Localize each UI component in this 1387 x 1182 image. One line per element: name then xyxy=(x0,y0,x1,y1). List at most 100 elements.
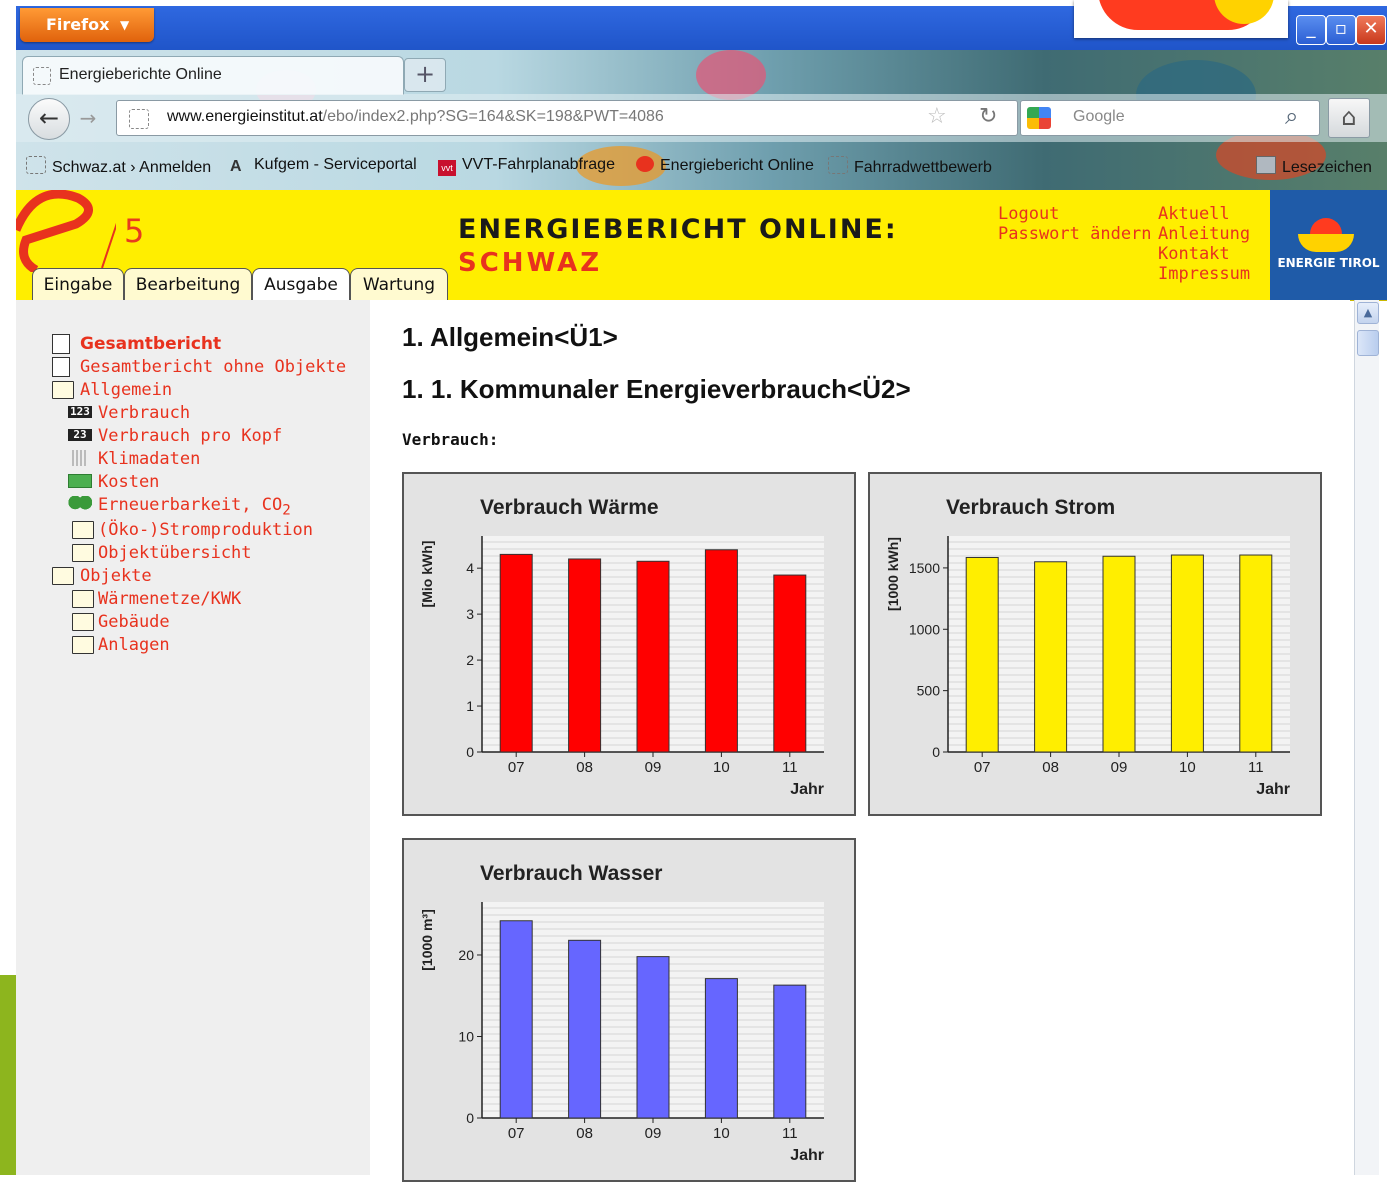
maximize-button[interactable]: ▫ xyxy=(1326,15,1356,45)
tab-energieberichte[interactable]: Energieberichte Online xyxy=(22,56,404,95)
page-icon xyxy=(26,156,46,174)
minimize-button[interactable]: _ xyxy=(1296,15,1326,45)
bookmarks-bar: Schwaz.at › Anmelden A Kufgem - Servicepo… xyxy=(16,142,1387,190)
sidebar-item-stromproduktion[interactable]: (Öko-)Stromproduktion xyxy=(98,520,313,540)
y-tick-label: 500 xyxy=(917,683,941,699)
bar xyxy=(965,556,999,753)
imprint-link[interactable]: Impressum xyxy=(1158,264,1250,284)
forward-button[interactable]: → xyxy=(74,106,102,132)
y-tick-label: 0 xyxy=(466,744,474,760)
tab-wartung[interactable]: Wartung xyxy=(350,268,448,301)
sidebar-item-objekte[interactable]: Objekte xyxy=(80,566,152,586)
bookmark-energiebericht[interactable]: Energiebericht Online xyxy=(636,156,814,175)
bar xyxy=(773,574,807,753)
y-tick-label: 1500 xyxy=(909,560,940,576)
y-tick-label: 10 xyxy=(458,1028,474,1044)
bar xyxy=(568,939,602,1119)
sidebar-item-kosten[interactable]: Kosten xyxy=(98,472,159,492)
new-tab-button[interactable]: + xyxy=(404,58,446,92)
sidebar-item-verbrauch-pro-kopf[interactable]: Verbrauch pro Kopf xyxy=(98,426,282,446)
bar xyxy=(636,956,670,1119)
subsection-heading: 1. 1. Kommunaler Energieverbrauch<Ü2> xyxy=(402,374,911,404)
bookmark-schwaz[interactable]: Schwaz.at › Anmelden xyxy=(26,156,211,177)
url-bar[interactable]: www.energieinstitut.at/ebo/index2.php?SG… xyxy=(116,100,1018,136)
news-link[interactable]: Aktuell xyxy=(1158,204,1230,224)
sidebar-item-verbrauch[interactable]: Verbrauch xyxy=(98,403,190,423)
x-tick-label: 11 xyxy=(782,1125,798,1142)
bar xyxy=(1239,554,1273,753)
folder-open-icon xyxy=(52,567,74,585)
bookmarks-menu[interactable]: Lesezeichen xyxy=(1256,156,1372,177)
sidebar-item-objektuebersicht[interactable]: Objektübersicht xyxy=(98,543,252,563)
change-password-link[interactable]: Passwort ändern xyxy=(998,224,1152,244)
page-icon xyxy=(33,67,51,85)
y-tick-label: 3 xyxy=(466,606,474,622)
x-tick-label: 10 xyxy=(713,1125,730,1142)
sidebar-item-allgemein[interactable]: Allgemein xyxy=(80,380,172,400)
close-button[interactable]: ✕ xyxy=(1356,15,1386,45)
section-heading: 1. Allgemein<Ü1> xyxy=(402,322,618,352)
site-identity-icon[interactable] xyxy=(129,109,149,129)
tab-title: Energieberichte Online xyxy=(59,66,222,83)
bookmark-label: Fahrradwettbewerb xyxy=(854,159,992,176)
chart-svg-strom: Verbrauch Strom 0 500 1000 1500 07 08 09 10 11 Jah… xyxy=(885,496,1290,798)
tab-eingabe[interactable]: Eingabe xyxy=(32,268,124,301)
firefox-menu-label: Firefox xyxy=(46,15,110,34)
bookmark-kufgem[interactable]: A Kufgem - Serviceportal xyxy=(230,156,417,175)
sidebar-item-anlagen[interactable]: Anlagen xyxy=(98,635,170,655)
tab-bearbeitung[interactable]: Bearbeitung xyxy=(124,268,252,301)
bookmark-vvt[interactable]: vvt VVT-Fahrplanabfrage xyxy=(438,156,615,176)
x-tick-label: 11 xyxy=(1248,759,1264,776)
chart-verbrauch-wasser: Verbrauch Wasser 0 10 20 07 08 09 10 11 Jahr [1000… xyxy=(402,838,856,1182)
search-icon[interactable]: ⌕ xyxy=(1285,102,1298,130)
chart-svg-wasser: Verbrauch Wasser 0 10 20 07 08 09 10 11 Jahr [1000… xyxy=(419,862,824,1164)
y-tick-label: 1000 xyxy=(909,621,940,637)
sidebar-item-gebaeude[interactable]: Gebäude xyxy=(98,612,170,632)
x-tick-label: 07 xyxy=(508,759,525,776)
folder-open-icon xyxy=(52,381,74,399)
manual-link[interactable]: Anleitung xyxy=(1158,224,1250,244)
x-tick-label: 10 xyxy=(1179,759,1196,776)
home-button[interactable]: ⌂ xyxy=(1328,98,1370,138)
folder-icon xyxy=(72,636,94,654)
x-axis-label: Jahr xyxy=(790,781,824,798)
y-tick-label: 1 xyxy=(466,698,474,714)
sidebar-item-erneuerbarkeit[interactable]: Erneuerbarkeit, CO2 xyxy=(98,495,291,518)
bookmark-fahrrad[interactable]: Fahrradwettbewerb xyxy=(828,156,992,177)
sidebar-item-gesamtbericht[interactable]: Gesamtbericht xyxy=(80,334,221,354)
logo-number: 5 xyxy=(124,212,145,250)
tab-ausgabe[interactable]: Ausgabe xyxy=(252,268,350,301)
x-tick-label: 08 xyxy=(576,759,593,776)
y-axis-label: [Mio kWh] xyxy=(419,541,435,608)
sidebar-item-klimadaten[interactable]: Klimadaten xyxy=(98,449,200,469)
firefox-menu-button[interactable]: Firefox ▼ xyxy=(20,8,154,42)
chart-title: Verbrauch Wärme xyxy=(480,496,659,519)
scrollbar-thumb[interactable] xyxy=(1357,330,1379,356)
scroll-up-icon[interactable]: ▲ xyxy=(1357,302,1379,324)
site-title: ENERGIEBERICHT ONLINE: xyxy=(458,214,898,245)
sidebar-item-waermenetze[interactable]: Wärmenetze/KWK xyxy=(98,589,241,609)
chevron-down-icon: ▼ xyxy=(120,18,130,32)
bar xyxy=(636,560,670,753)
google-icon[interactable] xyxy=(1027,107,1051,129)
back-button[interactable]: ← xyxy=(28,98,70,140)
energie-tirol-logo[interactable]: ENERGIE TIROL xyxy=(1270,190,1387,300)
bar xyxy=(773,984,807,1119)
folder-icon xyxy=(72,544,94,562)
logout-link[interactable]: Logout xyxy=(998,204,1059,224)
bookmark-label: Lesezeichen xyxy=(1282,159,1372,176)
y-tick-label: 2 xyxy=(466,652,474,668)
reload-icon[interactable]: ↻ xyxy=(979,104,997,129)
page-icon xyxy=(828,156,848,174)
bookmark-star-icon[interactable]: ☆ xyxy=(927,104,947,129)
title-bar: Firefox ▼ _ ▫ ✕ xyxy=(16,0,1387,52)
bar xyxy=(1102,555,1136,753)
partner-logo-text: ENERGIE TIROL xyxy=(1277,256,1380,270)
url-text: www.energieinstitut.at/ebo/index2.php?SG… xyxy=(167,108,664,126)
bar xyxy=(704,978,738,1119)
contact-link[interactable]: Kontakt xyxy=(1158,244,1230,264)
search-bar[interactable]: Google ⌕ xyxy=(1020,100,1320,136)
sidebar-item-gesamtbericht-ohne-objekte[interactable]: Gesamtbericht ohne Objekte xyxy=(80,357,346,377)
x-tick-label: 09 xyxy=(645,1125,662,1142)
vertical-scrollbar[interactable]: ▲ xyxy=(1354,300,1379,1175)
